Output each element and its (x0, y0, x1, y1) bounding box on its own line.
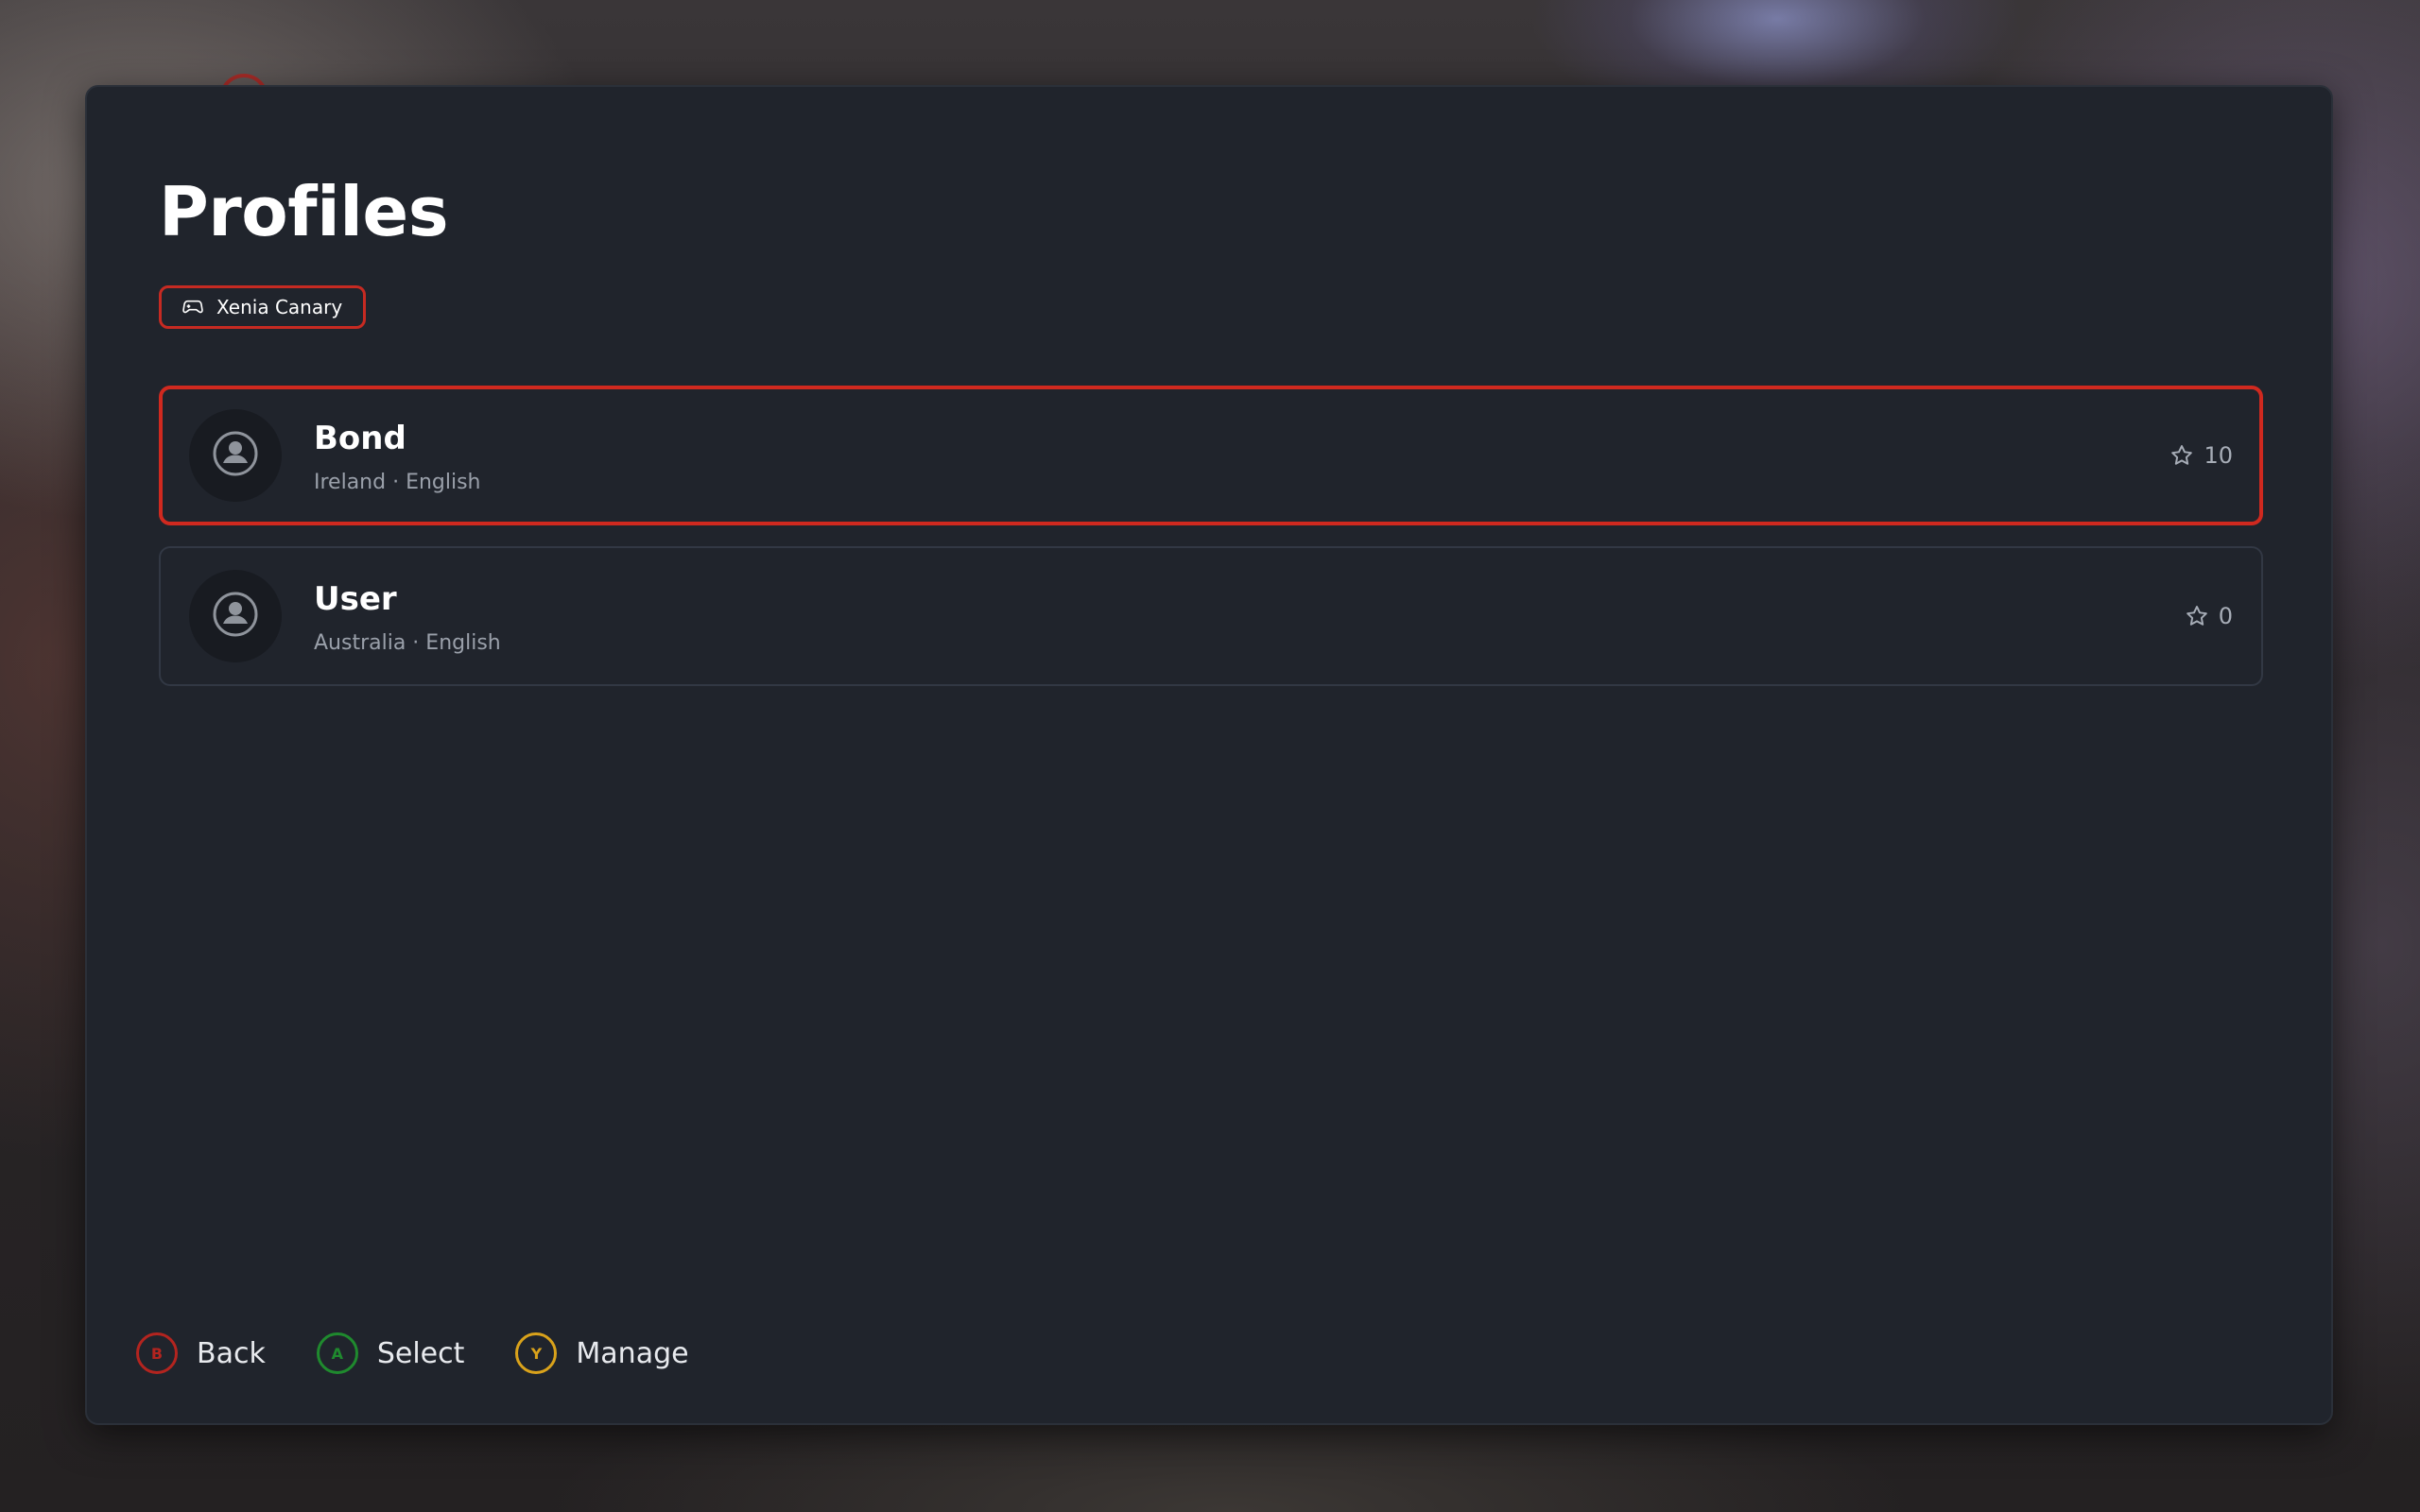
hint-select[interactable]: A Select (316, 1332, 465, 1374)
user-circle-icon (211, 429, 260, 482)
avatar (189, 570, 282, 662)
a-button-icon: A (316, 1332, 358, 1374)
hint-manage[interactable]: Y Manage (515, 1332, 689, 1374)
star-icon (2169, 443, 2194, 468)
gamepad-icon (182, 299, 203, 316)
profiles-dialog: Profiles Xenia Canary Bond Ireland · Eng… (85, 85, 2333, 1425)
y-button-icon: Y (515, 1332, 558, 1374)
b-button-icon: B (136, 1332, 178, 1374)
profile-card-user[interactable]: User Australia · English 0 (159, 546, 2263, 686)
profile-region-language: Australia · English (314, 631, 501, 655)
profile-name: User (314, 580, 397, 618)
achievement-score: 0 (2185, 603, 2233, 629)
hint-manage-label: Manage (576, 1336, 689, 1370)
controller-hint-bar: B Back A Select Y Manage (136, 1332, 740, 1374)
profile-region-language: Ireland · English (314, 471, 481, 494)
profile-list: Bond Ireland · English 10 User Australia… (159, 386, 2263, 707)
score-value: 0 (2218, 603, 2233, 629)
profile-card-bond[interactable]: Bond Ireland · English 10 (159, 386, 2263, 525)
hint-select-label: Select (376, 1336, 465, 1370)
user-circle-icon (211, 590, 260, 643)
emulator-filter-chip[interactable]: Xenia Canary (159, 285, 367, 329)
hint-back-label: Back (197, 1336, 266, 1370)
emulator-filter-label: Xenia Canary (216, 296, 343, 318)
star-icon (2185, 604, 2209, 628)
achievement-score: 10 (2169, 442, 2233, 469)
profile-name: Bond (314, 420, 406, 457)
score-value: 10 (2204, 442, 2233, 469)
hint-back[interactable]: B Back (136, 1332, 266, 1374)
page-title: Profiles (159, 172, 449, 251)
avatar (189, 409, 282, 502)
